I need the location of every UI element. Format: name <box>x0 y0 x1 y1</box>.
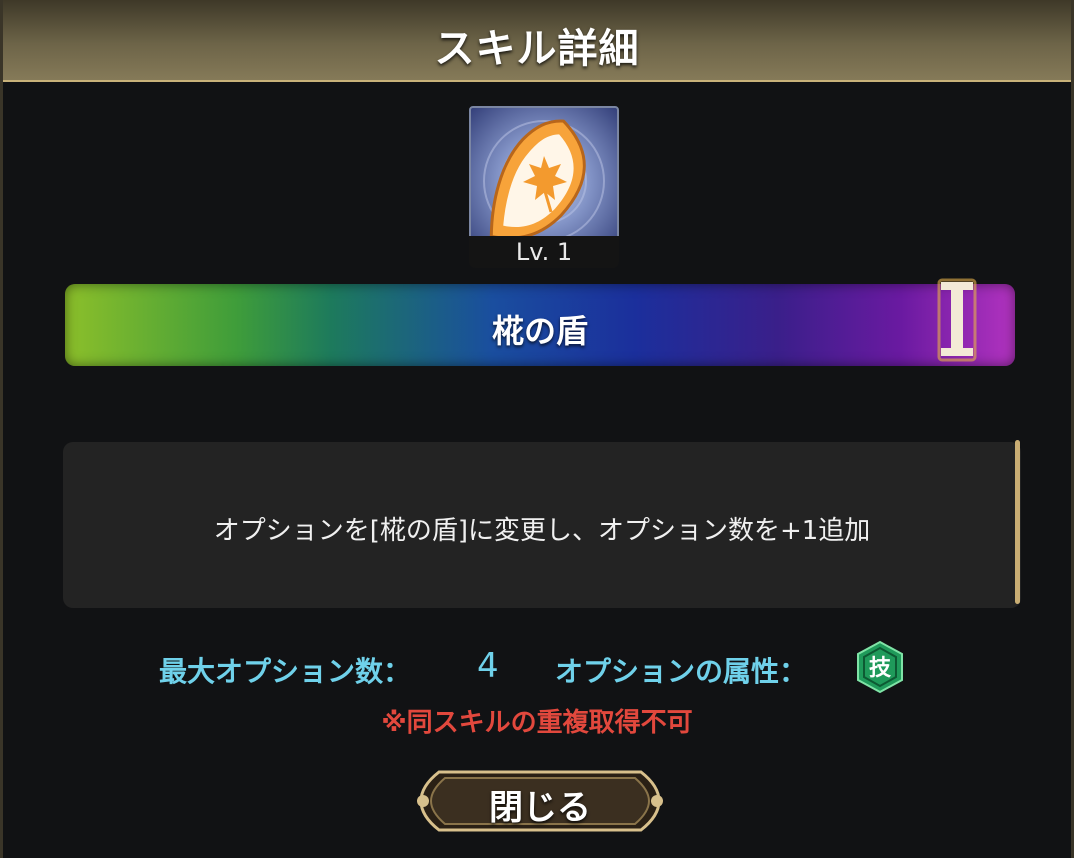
maple-leaf-shield-icon <box>469 106 619 256</box>
duplicate-skill-warning: ※同スキルの重複取得不可 <box>381 708 693 738</box>
skill-name-banner: 椛の盾 <box>65 278 1015 366</box>
dialog-title: スキル詳細 <box>434 26 640 72</box>
close-button-label: 閉じる <box>489 788 591 828</box>
skill-description-box: オプションを[椛の盾]に変更し、オプション数を+1追加 <box>63 442 1021 608</box>
dialog-header: スキル詳細 <box>3 0 1071 82</box>
description-scrollbar[interactable] <box>1015 440 1020 604</box>
option-attribute-label: オプションの属性： <box>555 655 808 688</box>
skill-detail-dialog: スキル詳細 Lv. 1 椛の盾 オプションを[椛の盾]に変更し、オプション数を+… <box>0 0 1074 858</box>
skill-description: オプションを[椛の盾]に変更し、オプション数を+1追加 <box>213 516 871 546</box>
close-button[interactable]: 閉じる <box>413 766 667 836</box>
technique-attribute-icon: 技 <box>857 640 903 694</box>
max-options-value: 4 <box>477 646 499 686</box>
skill-stats-row: 最大オプション数： 4 オプションの属性： 技 <box>159 640 919 694</box>
attribute-glyph: 技 <box>869 656 892 681</box>
skill-level-badge: Lv. 1 <box>469 236 619 268</box>
skill-name: 椛の盾 <box>491 312 588 350</box>
max-options-label: 最大オプション数： <box>159 655 412 688</box>
rank-roman-numeral-icon <box>937 278 977 362</box>
skill-icon-card: Lv. 1 <box>469 106 619 268</box>
